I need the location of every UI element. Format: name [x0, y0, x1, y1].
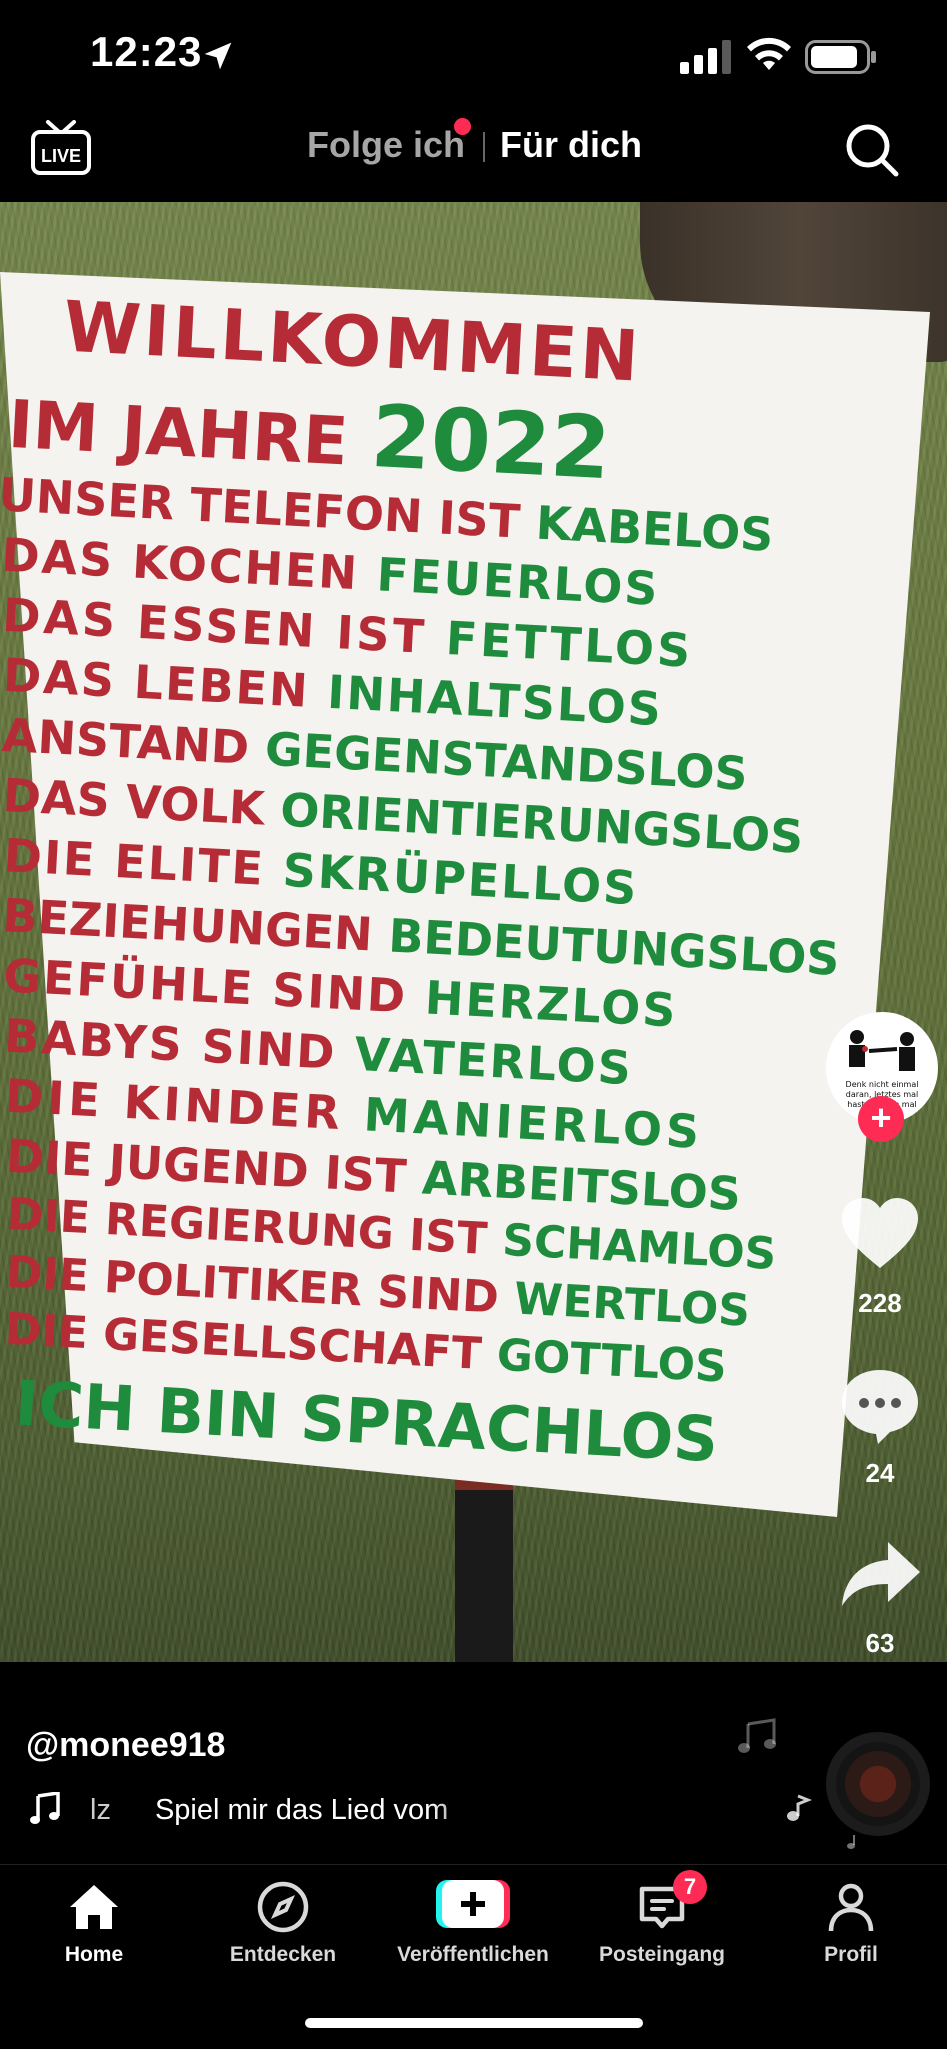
live-icon[interactable]: LIVE — [30, 120, 92, 176]
floating-note-icon — [738, 1718, 776, 1753]
nav-inbox[interactable]: Posteingang — [572, 1879, 752, 1967]
creator-username[interactable]: @monee918 — [26, 1726, 225, 1765]
sound-fade — [430, 1788, 500, 1832]
nav-label-inbox: Posteingang — [598, 1943, 725, 1966]
svg-text:LIVE: LIVE — [41, 146, 81, 166]
like-count: 228 — [858, 1288, 902, 1318]
sound-disc[interactable] — [826, 1732, 930, 1836]
search-icon[interactable] — [842, 120, 902, 180]
follow-plus-button[interactable]: + — [858, 1096, 904, 1142]
location-arrow-icon — [204, 42, 232, 70]
nav-label-explore: Entdecken — [229, 1943, 337, 1966]
sign-text: WILLKOMMEN IM JAHRE 2022 UNSER TELEFON I… — [0, 202, 929, 1494]
inbox-badge: 7 — [673, 1870, 707, 1904]
music-note-icon — [30, 1792, 60, 1824]
heart-icon[interactable] — [838, 1194, 922, 1274]
floating-note-icon — [847, 1835, 855, 1849]
tab-divider — [483, 132, 485, 162]
compass-icon — [257, 1881, 309, 1933]
svg-text:Denk nicht einmal: Denk nicht einmal — [846, 1080, 919, 1089]
home-icon — [70, 1885, 118, 1929]
nav-home[interactable]: Home — [4, 1879, 184, 1967]
comment-icon[interactable] — [838, 1366, 922, 1446]
profile-icon — [828, 1883, 874, 1932]
sound-prefix: lz — [90, 1794, 111, 1826]
tab-for-you[interactable]: Für dich — [500, 124, 642, 166]
video-player[interactable]: WILLKOMMEN IM JAHRE 2022 UNSER TELEFON I… — [0, 202, 947, 1662]
floating-note-icon — [787, 1794, 812, 1821]
cellular-signal-icon — [680, 40, 731, 74]
status-bar: 12:23 — [0, 0, 947, 110]
share-icon[interactable] — [838, 1536, 922, 1616]
sound-title: Spiel mir das Lied vom — [154, 1794, 449, 1826]
nav-label-create: Veröffentlichen — [397, 1943, 549, 1966]
nav-label-home: Home — [64, 1943, 124, 1966]
tab-following[interactable]: Folge ich — [307, 124, 465, 166]
notification-dot — [454, 118, 471, 135]
share-count: 63 — [865, 1628, 895, 1658]
create-plus-icon[interactable] — [436, 1880, 510, 1928]
battery-icon — [805, 40, 876, 74]
nav-profile[interactable]: Profil — [761, 1879, 941, 1967]
status-time: 12:23 — [90, 28, 203, 75]
wifi-icon — [747, 37, 791, 70]
nav-label-profile: Profil — [824, 1943, 878, 1966]
home-indicator — [305, 2018, 643, 2028]
comment-count: 24 — [865, 1458, 895, 1488]
nav-explore[interactable]: Entdecken — [193, 1879, 373, 1967]
sign-post — [455, 1472, 513, 1662]
